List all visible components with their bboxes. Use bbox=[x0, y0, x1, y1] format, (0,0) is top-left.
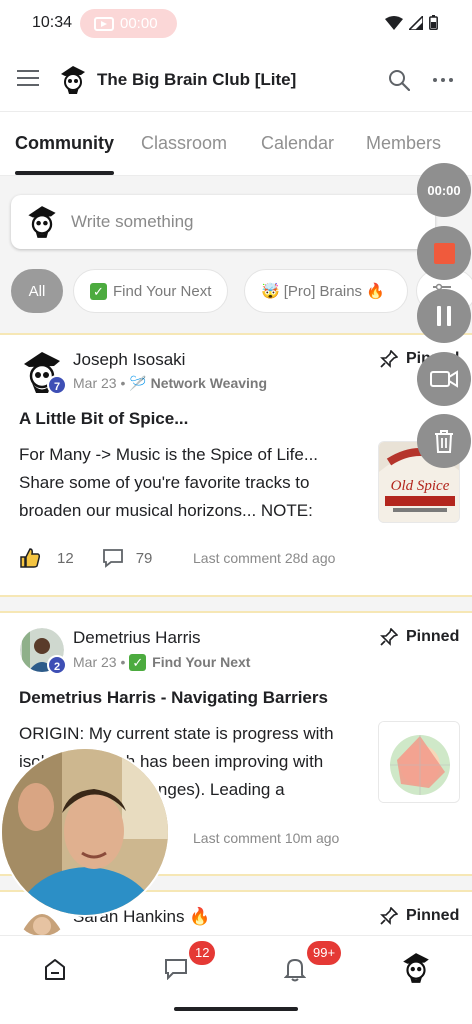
tab-calendar[interactable]: Calendar bbox=[261, 133, 334, 154]
chip-label: Find Your Next bbox=[113, 282, 212, 300]
chip-label: All bbox=[28, 282, 46, 300]
write-post-box[interactable]: Write something bbox=[11, 195, 435, 249]
post-title[interactable]: Demetrius Harris - Navigating Barriers bbox=[19, 688, 328, 708]
pushpin-icon bbox=[380, 628, 398, 646]
author-name[interactable]: Demetrius Harris bbox=[73, 628, 201, 648]
pause-recording-button[interactable] bbox=[417, 289, 471, 343]
hamburger-menu-icon[interactable] bbox=[17, 70, 39, 88]
battery-icon bbox=[429, 15, 438, 30]
trash-icon bbox=[435, 430, 453, 453]
stop-icon bbox=[433, 242, 455, 264]
category-emoji: 🪡 bbox=[129, 375, 147, 391]
pushpin-icon bbox=[380, 907, 398, 925]
discard-recording-button[interactable] bbox=[417, 414, 471, 468]
post-title[interactable]: A Little Bit of Spice... bbox=[19, 409, 188, 429]
last-comment-time: Last comment 28d ago bbox=[193, 550, 336, 566]
post-card[interactable]: 7 Joseph Isosaki Mar 23 • 🪡 Network Weav… bbox=[0, 350, 472, 595]
pinned-text: Pinned bbox=[406, 907, 460, 924]
stop-recording-button[interactable] bbox=[417, 226, 471, 280]
system-icons bbox=[385, 15, 438, 30]
post-excerpt: For Many -> Music is the Spice of Life..… bbox=[19, 445, 319, 520]
camera-icon bbox=[430, 370, 458, 388]
tab-community[interactable]: Community bbox=[15, 133, 114, 154]
group-logo-icon bbox=[61, 66, 85, 94]
active-tab-indicator bbox=[15, 171, 114, 175]
toggle-camera-button[interactable] bbox=[417, 352, 471, 406]
post-thumbnail[interactable] bbox=[378, 721, 460, 803]
status-time: 10:34 bbox=[32, 14, 73, 31]
check-mark-icon: ✓ bbox=[90, 282, 107, 300]
pause-icon bbox=[437, 306, 451, 326]
wifi-icon bbox=[385, 15, 403, 30]
filter-chip-find-your-next[interactable]: ✓ Find Your Next bbox=[73, 269, 229, 313]
signal-icon bbox=[409, 15, 423, 30]
fire-icon: 🔥 bbox=[366, 283, 385, 300]
post-divider bbox=[0, 595, 472, 613]
tab-bar: Community Classroom Calendar Members bbox=[0, 112, 472, 176]
check-mark-icon: ✓ bbox=[129, 654, 147, 671]
app-bar: The Big Brain Club [Lite] bbox=[0, 48, 472, 112]
tab-classroom[interactable]: Classroom bbox=[141, 133, 227, 154]
webcam-bubble[interactable] bbox=[0, 747, 170, 917]
pinned-label: Pinned bbox=[380, 907, 459, 925]
level-badge: 2 bbox=[47, 655, 67, 675]
pinned-text: Pinned bbox=[406, 628, 460, 645]
notifications-badge: 99+ bbox=[307, 941, 342, 965]
post-meta: Mar 23 • ✓ Find Your Next bbox=[73, 654, 251, 671]
filter-chip-all[interactable]: All bbox=[11, 269, 63, 313]
more-options-icon[interactable] bbox=[433, 78, 453, 82]
author-name[interactable]: Joseph Isosaki bbox=[73, 350, 185, 370]
comment-icon[interactable] bbox=[102, 548, 124, 568]
home-icon[interactable] bbox=[43, 958, 67, 982]
tab-members[interactable]: Members bbox=[366, 133, 441, 154]
like-icon[interactable] bbox=[19, 547, 41, 569]
bell-icon[interactable] bbox=[284, 956, 306, 982]
screen-recording-indicator[interactable]: 00:00 bbox=[80, 9, 177, 38]
post-date: Mar 23 bbox=[73, 375, 117, 391]
chip-label: [Pro] Brains bbox=[283, 282, 363, 300]
gesture-home-indicator bbox=[174, 1007, 298, 1011]
chat-icon[interactable] bbox=[164, 958, 188, 980]
post-category[interactable]: Find Your Next bbox=[152, 654, 250, 670]
filter-chip-pro-brains[interactable]: 🤯 [Pro] Brains 🔥 bbox=[244, 269, 408, 313]
exploding-head-icon: 🤯 bbox=[261, 283, 280, 300]
post-date: Mar 23 bbox=[73, 654, 117, 670]
video-camera-icon bbox=[94, 16, 114, 31]
chat-unread-badge: 12 bbox=[189, 941, 216, 965]
app-screen: 10:34 00:00 The Big Brain Club [Lite] Co… bbox=[0, 0, 472, 1024]
last-comment-time: Last comment 10m ago bbox=[193, 830, 340, 846]
group-title: The Big Brain Club [Lite] bbox=[97, 70, 297, 89]
level-badge: 7 bbox=[47, 375, 67, 395]
profile-avatar[interactable] bbox=[401, 952, 431, 984]
pushpin-icon bbox=[380, 350, 398, 368]
recording-timer-text: 00:00 bbox=[120, 15, 158, 32]
comment-count: 79 bbox=[135, 549, 153, 567]
fire-icon: 🔥 bbox=[189, 907, 211, 926]
status-bar: 10:34 00:00 bbox=[0, 0, 472, 48]
user-avatar bbox=[28, 206, 56, 238]
post-meta: Mar 23 • 🪡 Network Weaving bbox=[73, 375, 268, 391]
svg-text:Old Spice: Old Spice bbox=[391, 478, 450, 494]
recording-timer-button[interactable]: 00:00 bbox=[417, 163, 471, 217]
webcam-feed bbox=[2, 749, 168, 915]
section-divider bbox=[0, 333, 472, 335]
pinned-label: Pinned bbox=[380, 628, 459, 646]
recording-timer-label: 00:00 bbox=[427, 182, 461, 198]
post-category[interactable]: Network Weaving bbox=[151, 375, 267, 391]
post-stats: 12 79 bbox=[19, 547, 152, 569]
like-count: 12 bbox=[57, 549, 74, 567]
radar-chart-image bbox=[379, 722, 459, 802]
composer-placeholder: Write something bbox=[71, 212, 194, 231]
search-icon[interactable] bbox=[388, 69, 410, 91]
